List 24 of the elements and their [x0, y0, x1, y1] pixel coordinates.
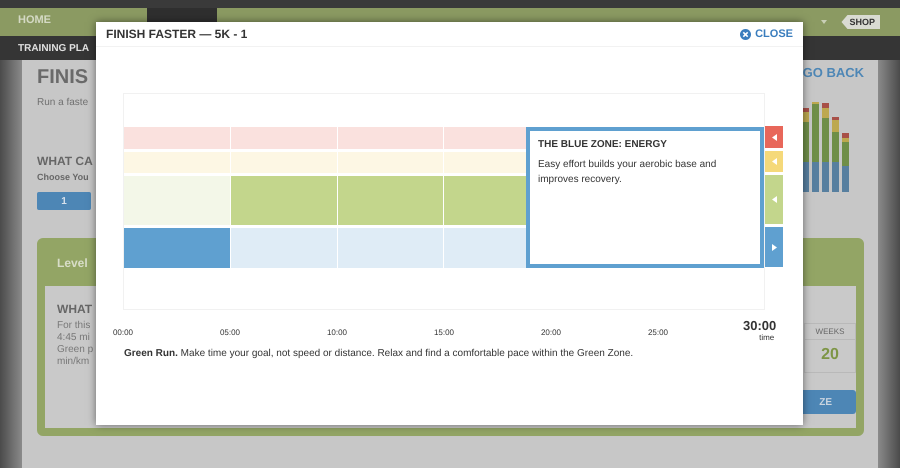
time-tick-label: 25:00: [648, 328, 668, 337]
time-label: time: [759, 333, 774, 342]
weeks-label: WEEKS: [805, 324, 855, 340]
time-tick-label: 10:00: [326, 328, 348, 337]
page-title: FINIS: [37, 66, 90, 89]
page-subtitle: Run a faste: [37, 97, 90, 108]
panel-text-line: Green p: [57, 344, 94, 356]
panel-heading: WHAT: [57, 302, 94, 316]
panel-text-line: min/km: [57, 356, 90, 368]
tooltip-title: THE BLUE ZONE: ENERGY: [538, 139, 668, 150]
weeks-value: 20: [821, 345, 839, 365]
tooltip-text: Easy effort builds your aerobic base and improves recovery.: [538, 158, 718, 187]
modal-title: FINISH FASTER — 5K - 1: [106, 27, 248, 41]
time-tick-label: 20:00: [540, 328, 562, 337]
total-time: 30:00: [743, 318, 776, 333]
section-heading: WHAT CA: [37, 154, 94, 168]
time-tick-label: 05:00: [220, 328, 240, 337]
choose-label: Choose You: [37, 172, 90, 182]
panel-text-line: 4:45 mi: [57, 332, 91, 344]
panel-title: Level: [57, 256, 88, 270]
workout-description: Green Run. Make time your goal, not speed or distance. Relax and find a comfortable pace within the Green Zone.: [124, 348, 634, 359]
time-tick-label: 15:00: [434, 328, 454, 337]
time-tick-label: 00:00: [112, 328, 134, 337]
panel-text-line: For this: [57, 320, 92, 332]
